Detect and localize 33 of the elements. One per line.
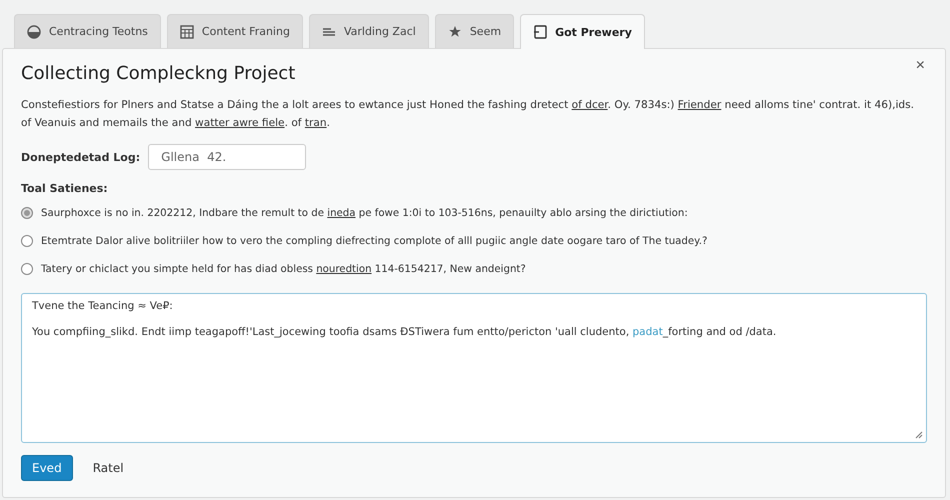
field-label: Doneptedetad Log: <box>21 150 140 164</box>
star-icon <box>448 24 462 38</box>
radio-button[interactable] <box>21 207 33 219</box>
option-label: Tatery or chiclact you simpte held for has diad obless nouredtion 114-6154217, New andeignt? <box>41 264 526 274</box>
dialog-title: Collecting Compleckng Project <box>21 63 296 84</box>
text-link[interactable]: Friender <box>678 99 722 111</box>
input-field[interactable]: Gllena 42. <box>148 144 306 170</box>
text-link[interactable]: tran <box>304 117 327 129</box>
text-link[interactable]: nouredtion <box>316 264 372 274</box>
close-button[interactable]: × <box>914 57 927 75</box>
radio-button[interactable] <box>21 263 33 275</box>
grid-icon <box>180 24 194 38</box>
frame-icon <box>533 25 548 39</box>
tab[interactable]: Centracing Teotns <box>14 14 161 48</box>
tab[interactable]: Seem <box>434 14 514 48</box>
cancel-button[interactable]: Ratel <box>92 461 124 475</box>
tab[interactable]: Varlding Zacl <box>308 14 429 48</box>
option-label: Saurphoxce is no in. 2202212, Indbare the remult to de ineda pe fowe 1:0i to 103-516ns, penauilty ablo arsing the dirictiution: <box>41 208 688 218</box>
primary-button[interactable]: Eved <box>21 455 73 481</box>
text-area-body: You compfiing_slikd. Endt iimp teagapoff!'Last_jocewing toofia dsams ÐSTiwera fum entto/pericton 'uall cludento, padat_forting and od /data. <box>32 326 778 338</box>
text-link[interactable]: of dcer <box>572 99 608 111</box>
text-area-heading: Tvene the Teancing ≈ Ve₽: <box>32 300 174 312</box>
radio-button[interactable] <box>21 235 33 247</box>
text-link[interactable]: watter awre fiele <box>195 117 285 129</box>
tab[interactable]: Got Prewery <box>520 14 645 49</box>
text-link[interactable]: ineda <box>327 208 356 218</box>
description-text: Constefiestiors for Plners and Statse a Dáing the a lolt arees to ewtance just Honed the fashing dretect of dcer. Oy. 7834s:) Friender need alloms tine' contrat. it 46),ids. of Veanuis and memails the and watter awre fiele. of tran. <box>21 98 916 131</box>
tab[interactable]: Content Franing <box>166 14 303 48</box>
option-label: Etemtrate Dalor alive bolitriiler how to vero the compling diefrecting complote of alll pugiic angle date oogare taro of The tuadey.? <box>41 236 708 246</box>
group-label: Toal Satienes: <box>21 182 109 195</box>
bowl-icon <box>27 24 41 38</box>
resize-grip-icon[interactable] <box>915 431 923 439</box>
text-area[interactable]: Tvene the Teancing ≈ Ve₽: You compfiing_slikd. Endt iimp teagapoff!'Last_jocewing toofia dsams ÐSTiwera fum entto/pericton 'uall cludento, padat_forting and od /data. <box>21 293 927 443</box>
